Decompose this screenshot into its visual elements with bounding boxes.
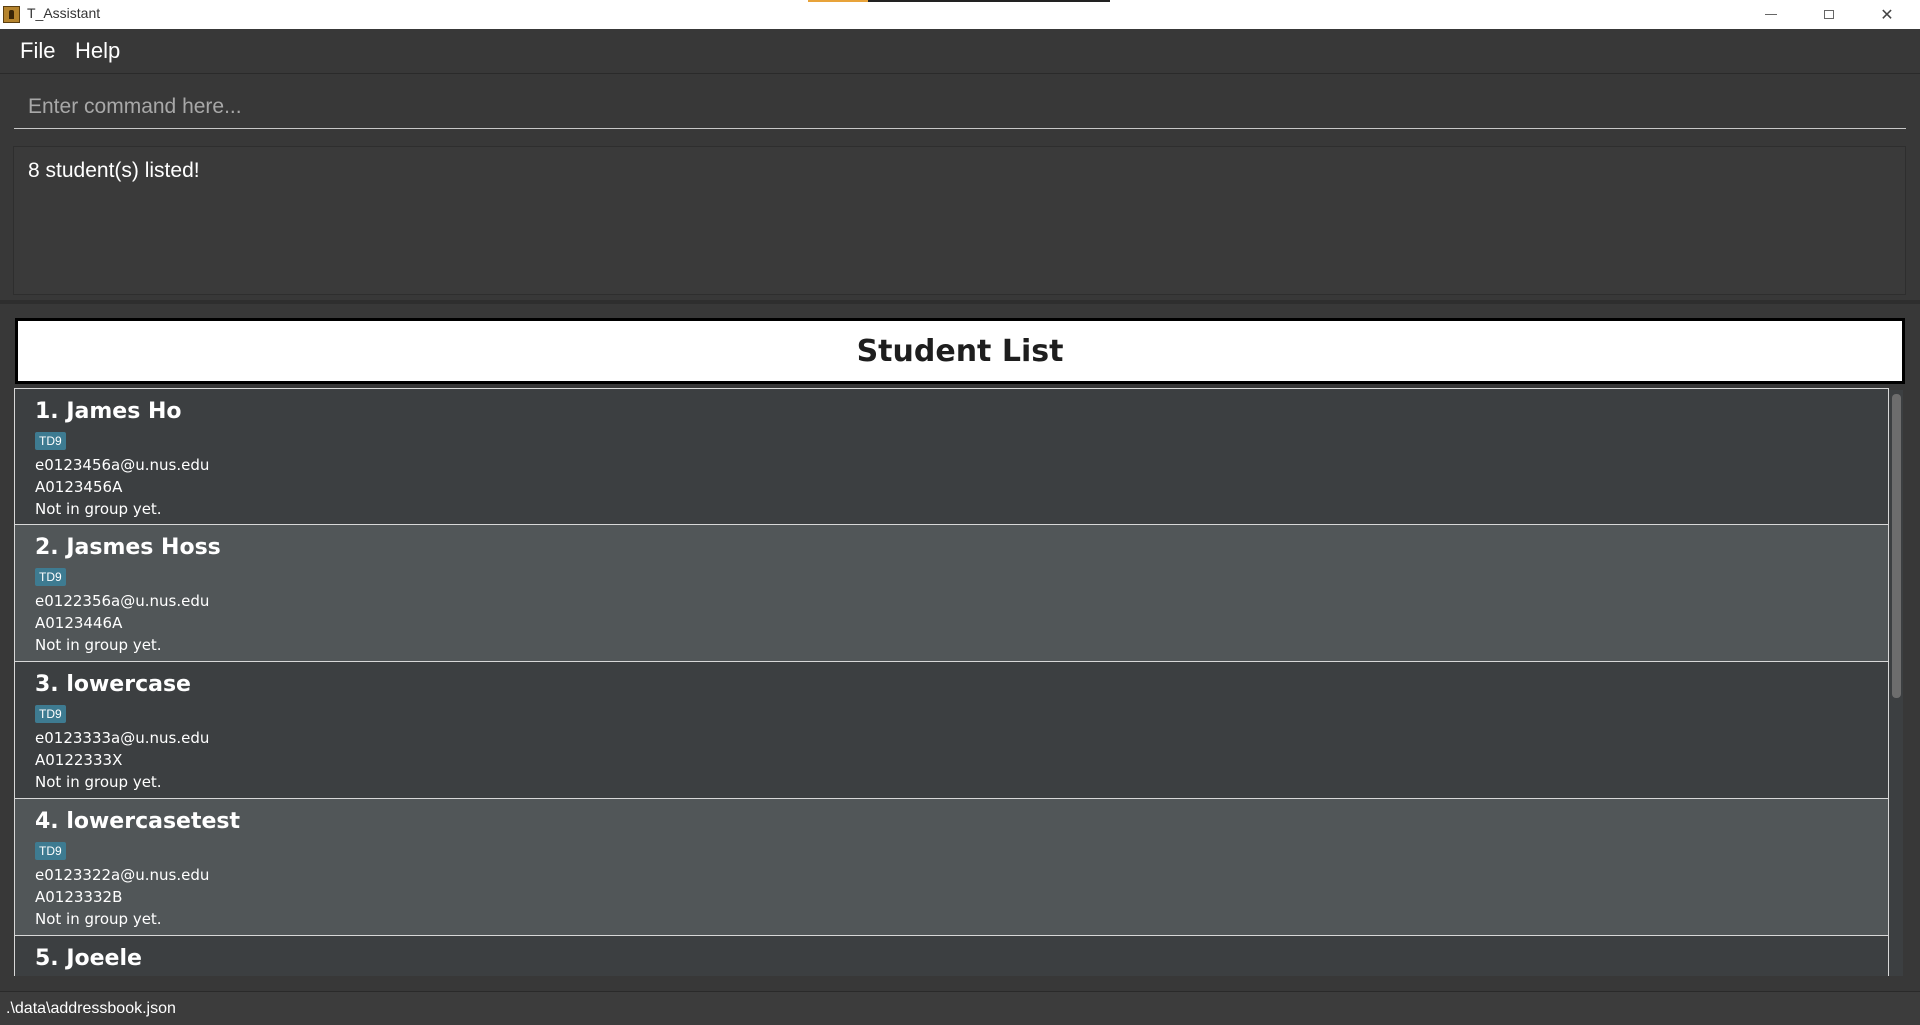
student-email: e0123333a@u.nus.edu [35, 729, 210, 747]
student-card[interactable]: 1. James Ho TD9 e0123456a@u.nus.edu A012… [14, 388, 1889, 525]
title-accent-dark [868, 0, 1110, 2]
title-accent [808, 0, 868, 2]
student-tag: TD9 [35, 705, 66, 723]
menu-bar: File Help [0, 29, 1920, 73]
result-display: 8 student(s) listed! [13, 146, 1906, 295]
pane-divider[interactable] [0, 300, 1920, 304]
student-name: 5. Joeele [35, 946, 142, 971]
student-group: Not in group yet. [35, 500, 162, 518]
student-name: 4. lowercasetest [35, 809, 241, 834]
student-id: A0123456A [35, 478, 123, 496]
window-title: T_Assistant [27, 5, 101, 21]
student-group: Not in group yet. [35, 773, 162, 791]
scrollbar-thumb[interactable] [1892, 394, 1901, 698]
status-bar: .\data\addressbook.json [0, 991, 1920, 1025]
student-group: Not in group yet. [35, 636, 162, 654]
student-name: 1. James Ho [35, 399, 182, 424]
student-card[interactable]: 2. Jasmes Hoss TD9 e0122356a@u.nus.edu A… [14, 525, 1889, 662]
student-id: A0122333X [35, 751, 123, 769]
minimize-icon [1765, 14, 1777, 15]
student-tag: TD9 [35, 842, 66, 860]
student-tag: TD9 [35, 432, 66, 450]
menu-help[interactable]: Help [75, 38, 120, 64]
student-card[interactable]: 5. Joeele [14, 936, 1889, 976]
student-list-header: Student List [15, 318, 1905, 384]
student-list[interactable]: 1. James Ho TD9 e0123456a@u.nus.edu A012… [14, 388, 1889, 976]
command-input[interactable] [14, 86, 1906, 129]
maximize-button[interactable] [1800, 0, 1858, 29]
student-id: A0123446A [35, 614, 123, 632]
student-email: e0123456a@u.nus.edu [35, 456, 210, 474]
student-group: Not in group yet. [35, 910, 162, 928]
save-file-path: .\data\addressbook.json [6, 1000, 176, 1017]
student-card[interactable]: 3. lowercase TD9 e0123333a@u.nus.edu A01… [14, 662, 1889, 799]
student-tag: TD9 [35, 568, 66, 586]
title-bar: T_Assistant ✕ [0, 0, 1920, 29]
menu-file[interactable]: File [20, 38, 55, 64]
result-message: 8 student(s) listed! [28, 159, 200, 182]
student-name: 3. lowercase [35, 672, 191, 697]
app-icon [3, 6, 20, 23]
student-email: e0123322a@u.nus.edu [35, 866, 210, 884]
student-card[interactable]: 4. lowercasetest TD9 e0123322a@u.nus.edu… [14, 799, 1889, 936]
student-email: e0122356a@u.nus.edu [35, 592, 210, 610]
student-name: 2. Jasmes Hoss [35, 535, 221, 560]
command-pane [0, 73, 1920, 138]
close-button[interactable]: ✕ [1858, 0, 1916, 29]
close-icon: ✕ [1880, 5, 1894, 24]
restore-icon [1824, 10, 1834, 19]
student-id: A0123332B [35, 888, 123, 906]
minimize-button[interactable] [1742, 0, 1800, 29]
